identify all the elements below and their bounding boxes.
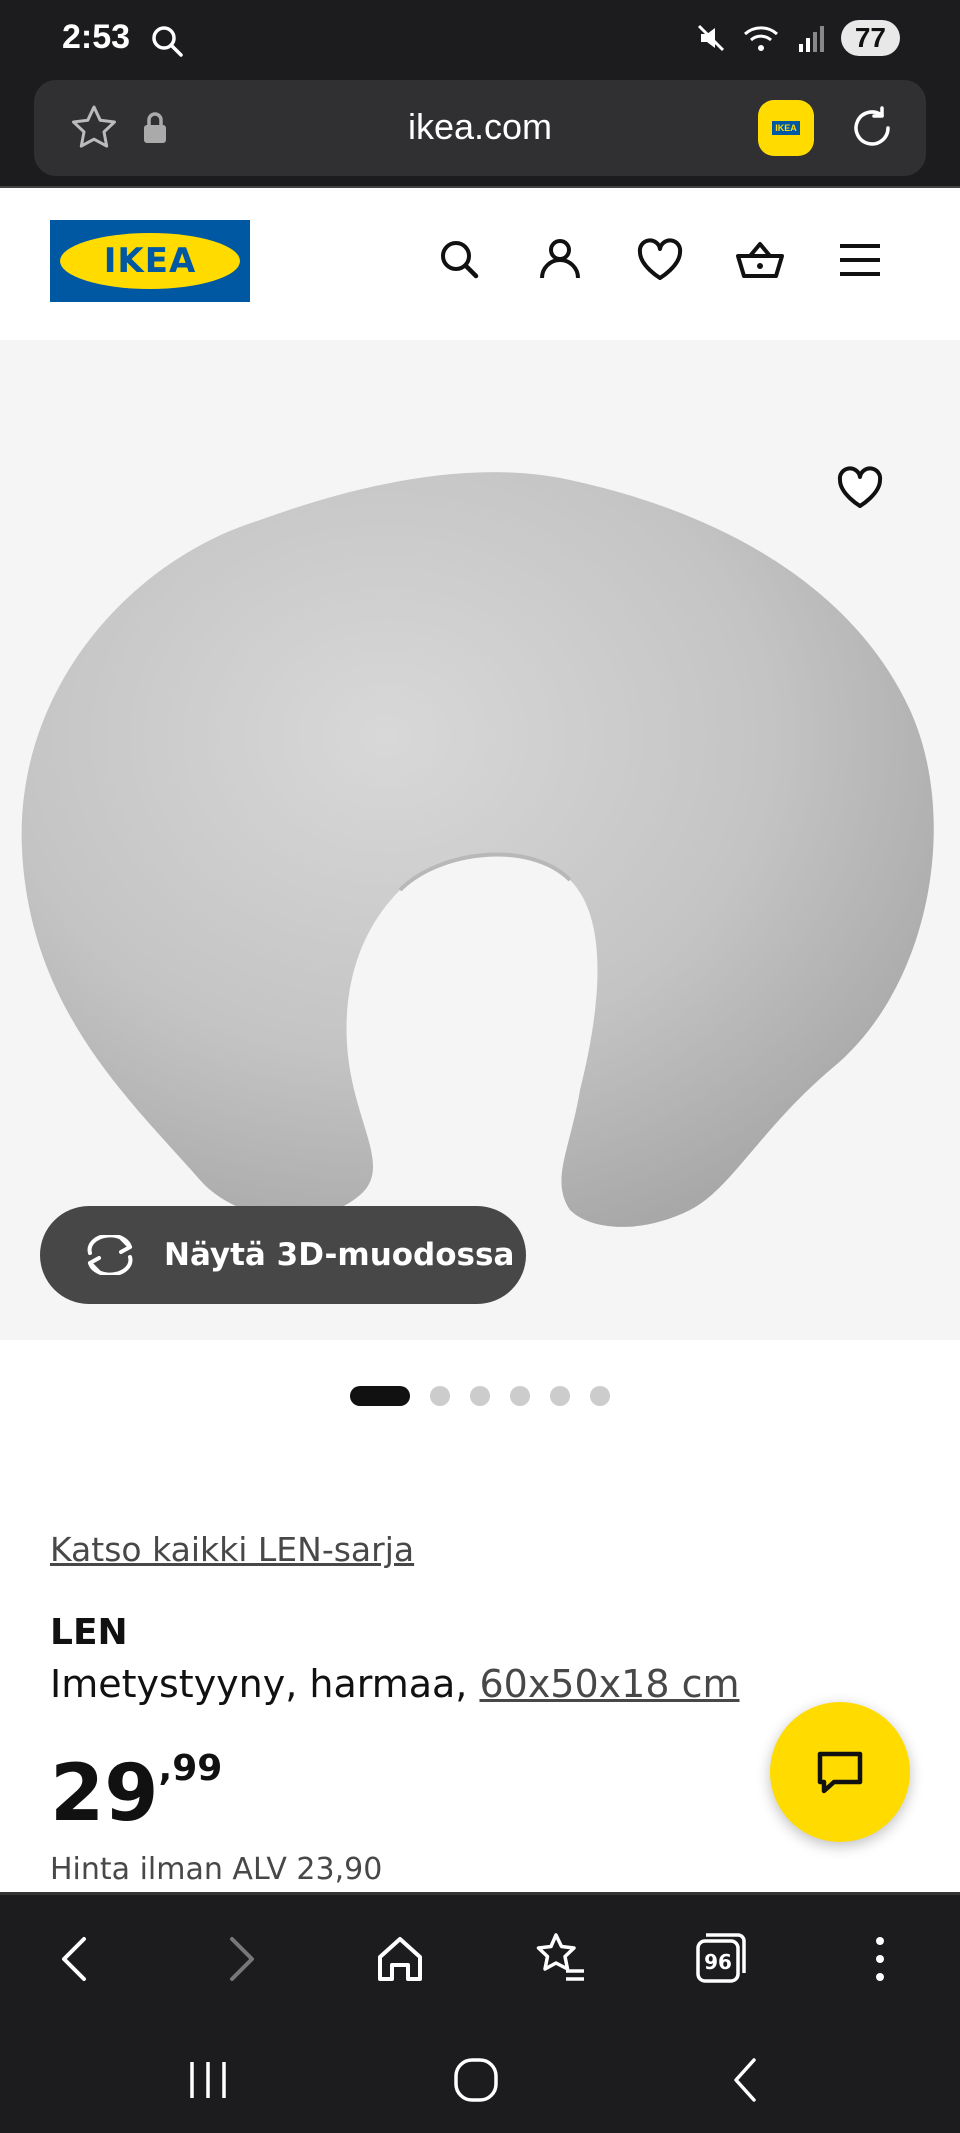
status-bar: 2:53 77 xyxy=(0,0,960,80)
pagination-dot[interactable] xyxy=(590,1386,610,1406)
pagination-dot[interactable] xyxy=(510,1386,530,1406)
browser-toolbar: ikea.com IKEA xyxy=(0,80,960,188)
back-icon[interactable] xyxy=(44,1927,108,1991)
user-icon[interactable] xyxy=(532,232,588,288)
pagination-dot[interactable] xyxy=(470,1386,490,1406)
gallery-pagination xyxy=(0,1380,960,1410)
rotate-3d-icon xyxy=(87,1235,133,1275)
tabs-icon: 96 xyxy=(696,1933,746,1983)
more-options-icon[interactable] xyxy=(848,1927,912,1991)
ikea-app-badge[interactable]: IKEA xyxy=(758,100,814,156)
pagination-dot[interactable] xyxy=(550,1386,570,1406)
reload-icon[interactable] xyxy=(844,100,900,156)
site-header: IKEA xyxy=(0,190,960,340)
pagination-dot[interactable] xyxy=(430,1386,450,1406)
heart-icon[interactable] xyxy=(832,460,888,516)
search-icon[interactable] xyxy=(432,232,488,288)
view-3d-button[interactable]: Näytä 3D-muodossa xyxy=(40,1206,526,1304)
tabs-count: 96 xyxy=(704,1950,732,1974)
series-link[interactable]: Katso kaikki LEN-sarja xyxy=(50,1530,414,1569)
logo-text: IKEA xyxy=(103,241,197,281)
system-nav-bar xyxy=(0,2022,960,2133)
battery-indicator: 77 xyxy=(840,20,900,56)
mute-icon xyxy=(697,24,724,52)
back-button-icon[interactable] xyxy=(716,2050,776,2110)
price: 29,99 xyxy=(50,1748,222,1839)
product-gallery[interactable]: Näytä 3D-muodossa xyxy=(0,340,960,1340)
product-image[interactable] xyxy=(10,450,950,1240)
wifi-icon xyxy=(743,26,778,51)
status-icons: 77 xyxy=(695,20,900,56)
ikea-badge-text: IKEA xyxy=(772,121,800,135)
address-bar[interactable]: ikea.com IKEA xyxy=(34,80,926,176)
price-excluding-vat: Hinta ilman ALV 23,90 xyxy=(50,1852,383,1887)
bookmarks-icon[interactable] xyxy=(528,1927,592,1991)
forward-icon[interactable] xyxy=(208,1927,272,1991)
ikea-logo[interactable]: IKEA xyxy=(50,220,250,302)
product-description-text: Imetystyyny, harmaa, xyxy=(50,1662,480,1706)
tabs-button[interactable]: 96 xyxy=(688,1927,752,1991)
heart-icon[interactable] xyxy=(632,232,688,288)
pagination-dot-active[interactable] xyxy=(350,1386,410,1406)
recent-apps-icon[interactable] xyxy=(178,2050,238,2110)
price-decimal: ,99 xyxy=(158,1748,223,1789)
status-time: 2:53 xyxy=(62,18,131,56)
menu-icon[interactable] xyxy=(832,232,888,288)
view-3d-label: Näytä 3D-muodossa xyxy=(164,1237,515,1273)
size-link[interactable]: 60x50x18 cm xyxy=(479,1662,739,1706)
chat-button[interactable] xyxy=(770,1702,910,1842)
cart-icon[interactable] xyxy=(732,232,788,288)
logo-oval: IKEA xyxy=(60,233,240,289)
price-integer: 29 xyxy=(50,1749,159,1839)
home-button-icon[interactable] xyxy=(446,2050,506,2110)
browser-bottom-nav: 96 xyxy=(0,1892,960,2022)
product-description: Imetystyyny, harmaa, 60x50x18 cm xyxy=(50,1662,740,1706)
product-name: LEN xyxy=(50,1612,128,1653)
signal-icon xyxy=(798,26,824,52)
chat-icon xyxy=(817,1751,863,1794)
search-icon xyxy=(152,26,183,57)
home-icon[interactable] xyxy=(368,1927,432,1991)
